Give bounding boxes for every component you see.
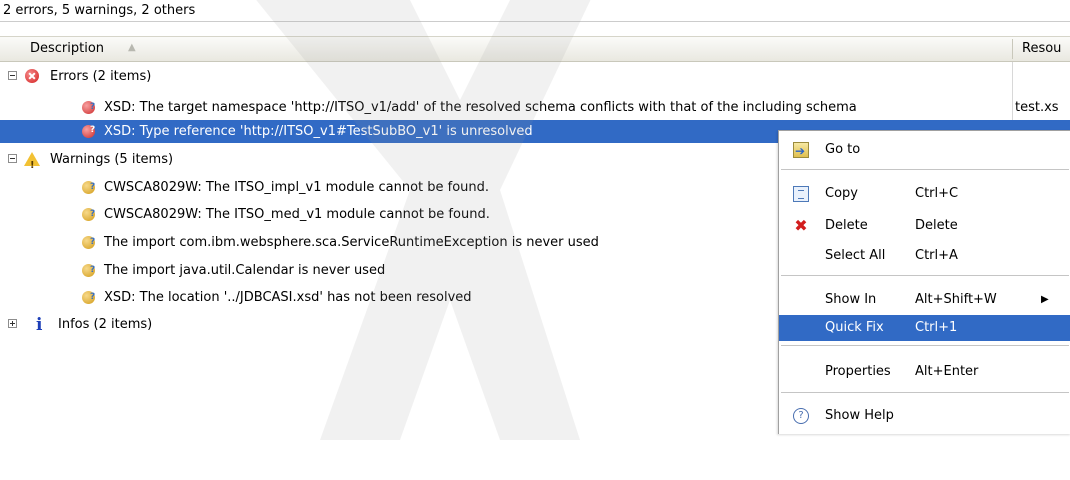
menu-item-go-to[interactable]: Go to (779, 137, 1070, 164)
menu-item-properties[interactable]: Properties Alt+Enter (779, 359, 1070, 385)
menu-item-shortcut: Alt+Enter (915, 364, 979, 379)
error-quickfix-icon: ? (82, 123, 98, 139)
goto-icon (793, 138, 809, 164)
collapse-toggle-icon[interactable] (8, 71, 17, 80)
menu-item-label: Quick Fix (825, 320, 884, 335)
column-header-resource[interactable]: Resou (1022, 41, 1061, 56)
error-quickfix-icon: ? (82, 99, 98, 115)
menu-item-shortcut: Delete (915, 218, 958, 233)
problem-description: XSD: The location '../JDBCASI.xsd' has n… (104, 290, 472, 305)
menu-separator (781, 392, 1069, 393)
menu-item-label: Select All (825, 248, 886, 263)
menu-item-show-help[interactable]: ? Show Help (779, 403, 1070, 429)
problem-description: The import java.util.Calendar is never u… (104, 263, 386, 278)
warning-quickfix-icon: ? (82, 179, 98, 195)
group-label: Errors (2 items) (50, 69, 152, 84)
menu-item-label: Show In (825, 292, 877, 307)
problem-description: XSD: The target namespace 'http://ITSO_v… (104, 100, 857, 115)
menu-item-copy[interactable]: Copy Ctrl+C (779, 181, 1070, 207)
warning-quickfix-icon: ? (82, 262, 98, 278)
submenu-arrow-icon: ▶ (1041, 294, 1049, 305)
menu-item-quick-fix[interactable]: Quick Fix Ctrl+1 (779, 315, 1070, 341)
menu-item-label: Delete (825, 218, 868, 233)
warning-quickfix-icon: ? (82, 234, 98, 250)
tree-group-errors[interactable]: Errors (2 items) (0, 65, 1070, 89)
problem-description: The import com.ibm.websphere.sca.Service… (104, 235, 599, 250)
menu-item-select-all[interactable]: Select All Ctrl+A (779, 243, 1070, 269)
warning-quickfix-icon: ? (82, 289, 98, 305)
group-label: Warnings (5 items) (50, 152, 174, 167)
sort-ascending-icon: ▲ (128, 42, 136, 53)
context-menu: Go to Copy Ctrl+C ✖ Delete Delete Select… (778, 130, 1070, 434)
table-row[interactable]: ? XSD: The target namespace 'http://ITSO… (0, 96, 1070, 120)
column-header-bar: Description ▲ Resou (0, 36, 1070, 62)
warning-icon (24, 152, 40, 178)
menu-item-label: Show Help (825, 408, 894, 423)
menu-separator (781, 275, 1069, 276)
collapse-toggle-icon[interactable] (8, 154, 17, 163)
group-label: Infos (2 items) (58, 317, 153, 332)
column-header-description[interactable]: Description (30, 41, 104, 56)
problem-description: CWSCA8029W: The ITSO_impl_v1 module cann… (104, 180, 490, 195)
menu-separator (781, 345, 1069, 346)
problem-description: XSD: Type reference 'http://ITSO_v1#Test… (104, 124, 533, 139)
problem-description: CWSCA8029W: The ITSO_med_v1 module canno… (104, 207, 490, 222)
column-divider[interactable] (1012, 39, 1013, 59)
menu-item-shortcut: Ctrl+A (915, 248, 958, 263)
menu-item-delete[interactable]: ✖ Delete Delete (779, 213, 1070, 239)
expand-toggle-icon[interactable] (8, 319, 17, 328)
error-icon (25, 69, 39, 83)
problem-resource: test.xs (1015, 100, 1059, 115)
menu-item-label: Go to (825, 142, 861, 157)
warning-quickfix-icon: ? (82, 206, 98, 222)
menu-item-label: Copy (825, 186, 858, 201)
menu-separator (781, 169, 1069, 170)
menu-item-shortcut: Alt+Shift+W (915, 292, 997, 307)
delete-icon: ✖ (794, 216, 808, 235)
help-icon: ? (793, 408, 809, 424)
menu-item-shortcut: Ctrl+1 (915, 320, 958, 335)
menu-item-show-in[interactable]: Show In Alt+Shift+W ▶ (779, 287, 1070, 313)
copy-icon (793, 186, 809, 202)
info-icon: i (36, 315, 43, 335)
problems-summary: 2 errors, 5 warnings, 2 others (0, 0, 1070, 22)
menu-item-shortcut: Ctrl+C (915, 186, 959, 201)
menu-item-label: Properties (825, 364, 891, 379)
